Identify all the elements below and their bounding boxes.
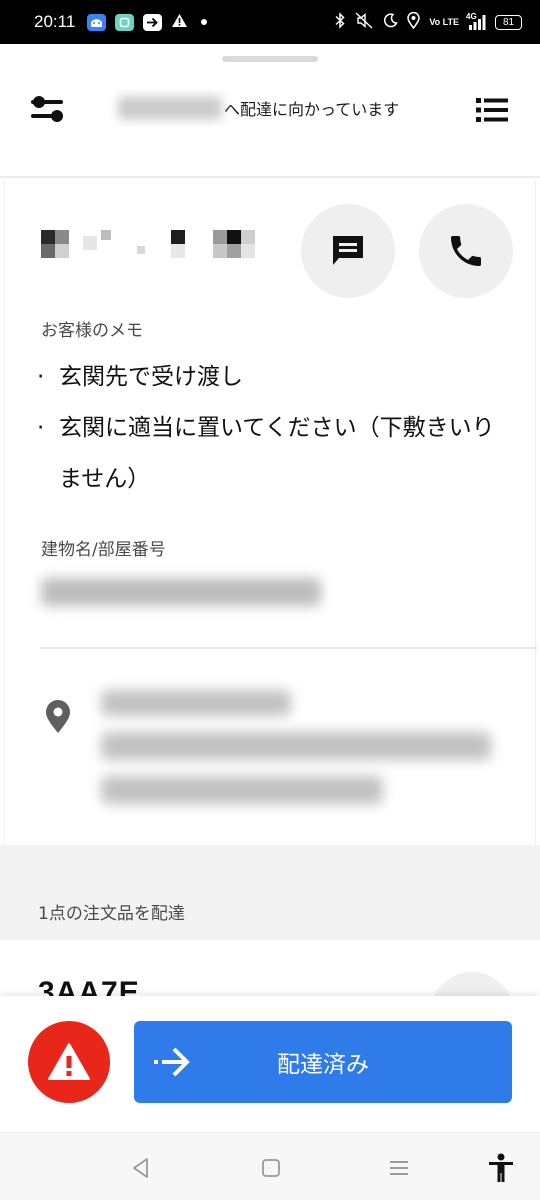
mute-icon <box>355 11 374 33</box>
list-button[interactable] <box>472 90 512 130</box>
arrow-right-icon <box>154 1047 190 1077</box>
notification-app-icon <box>87 13 107 31</box>
menu-lines-icon <box>390 1161 408 1175</box>
nav-accessibility-button[interactable] <box>486 1153 516 1182</box>
status-bar: 20:11 Vo LTE 4G 81 <box>0 0 540 44</box>
memo-item: · 玄関先で受け渡し <box>37 352 507 403</box>
nav-recents-button[interactable] <box>384 1155 414 1181</box>
volte-indicator: Vo LTE <box>429 16 459 27</box>
building-label: 建物名/部屋番号 <box>41 540 166 560</box>
back-triangle-icon <box>133 1158 148 1178</box>
filter-icon <box>31 96 63 122</box>
moon-icon <box>383 12 399 32</box>
customer-card: お客様のメモ · 玄関先で受け渡し · 玄関に適当に置いてください（下敷きいりま… <box>4 180 537 845</box>
message-icon <box>333 236 363 265</box>
location-icon <box>407 11 421 33</box>
bluetooth-icon <box>334 11 346 33</box>
call-button[interactable] <box>419 204 513 298</box>
report-issue-button[interactable] <box>28 1021 110 1103</box>
redacted-address-line <box>101 732 491 760</box>
memo-list: · 玄関先で受け渡し · 玄関に適当に置いてください（下敷きいりません） <box>37 352 507 505</box>
card-divider <box>41 647 537 649</box>
header-divider <box>0 176 540 178</box>
message-button[interactable] <box>301 204 395 298</box>
notification-dot-icon <box>201 19 208 25</box>
home-square-icon <box>262 1159 280 1177</box>
order-card[interactable]: 3AA7E <box>4 940 536 1000</box>
redacted-building-value <box>41 578 321 606</box>
redacted-address-line <box>101 776 383 804</box>
nav-home-button[interactable] <box>256 1155 286 1181</box>
header-title-text: へ配達に向かっています <box>224 100 400 119</box>
warning-small-icon <box>171 13 188 32</box>
header: へ配達に向かっています <box>0 70 540 176</box>
system-nav-bar <box>0 1132 540 1200</box>
redacted-address-line <box>101 690 291 716</box>
status-time: 20:11 <box>34 12 76 31</box>
action-bar: 配達済み <box>0 996 540 1132</box>
delivered-button-label: 配達済み <box>277 1052 369 1078</box>
memo-item-text: 玄関に適当に置いてください（下敷きいりません） <box>59 415 495 492</box>
redacted-customer-name-pixelated <box>41 226 261 260</box>
items-count-label: 1点の注文品を配達 <box>38 904 185 924</box>
redacted-customer-name <box>118 96 222 120</box>
nav-back-button[interactable] <box>126 1155 156 1181</box>
navigation-arrow-icon <box>143 13 163 31</box>
list-icon <box>476 98 508 122</box>
memo-label: お客様のメモ <box>41 321 143 341</box>
memo-item: · 玄関に適当に置いてください（下敷きいりません） <box>37 403 507 505</box>
header-title: へ配達に向かっています <box>118 96 399 120</box>
order-section-header: 1点の注文品を配達 <box>0 845 540 940</box>
delivered-button[interactable]: 配達済み <box>134 1021 512 1103</box>
location-pin-icon <box>43 700 73 734</box>
customer-row <box>5 180 535 300</box>
filter-button[interactable] <box>28 90 68 130</box>
sheet-drag-handle[interactable] <box>222 56 318 62</box>
signal-icon: 4G <box>466 12 486 31</box>
memo-item-text: 玄関先で受け渡し <box>59 364 243 390</box>
battery-indicator: 81 <box>495 14 522 30</box>
notification-app-icon <box>115 13 135 31</box>
phone-icon <box>451 236 481 266</box>
accessibility-icon <box>489 1153 513 1182</box>
warning-icon <box>48 1043 90 1080</box>
